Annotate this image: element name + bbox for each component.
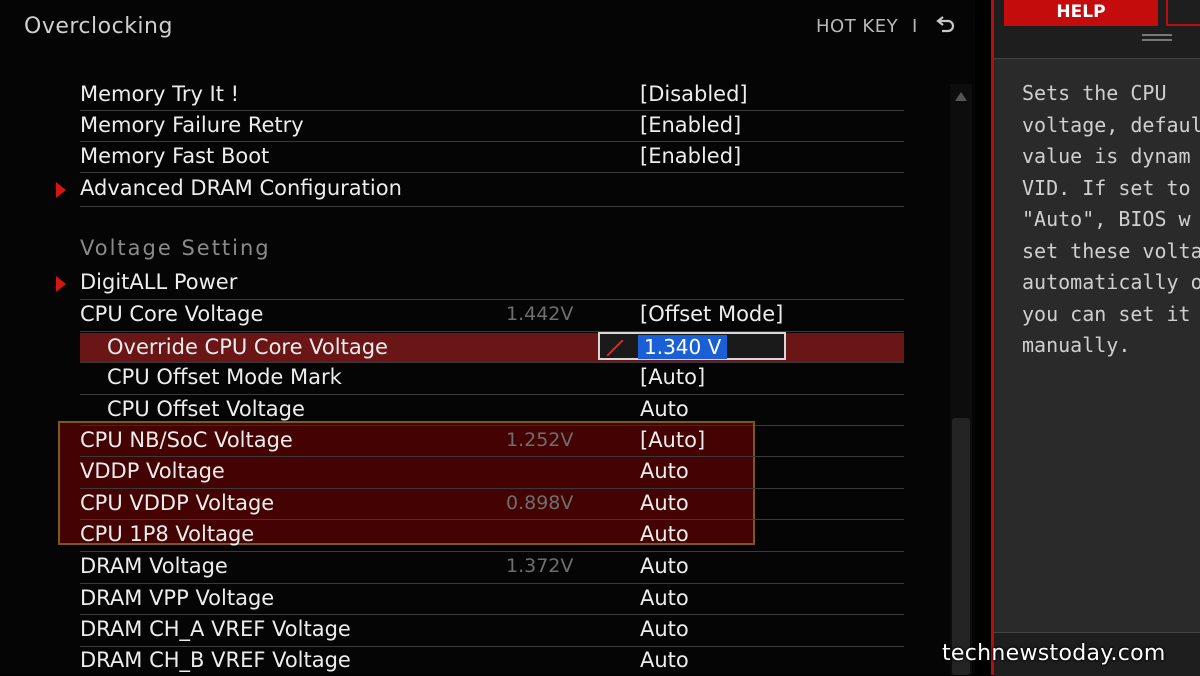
back-icon[interactable] <box>934 12 958 36</box>
setting-value[interactable]: Auto <box>640 586 689 610</box>
setting-value[interactable]: Auto <box>640 397 689 421</box>
setting-row-dram-cha-vref-voltage[interactable]: DRAM CH_A VREF Voltage Auto <box>80 615 904 647</box>
help-tab[interactable]: HELP <box>1004 0 1158 26</box>
setting-label: CPU Offset Voltage <box>107 397 305 421</box>
current-voltage-readout: 1.442V <box>506 303 574 325</box>
setting-label: CPU VDDP Voltage <box>80 491 275 515</box>
setting-row-cpu-1p8-voltage[interactable]: CPU 1P8 Voltage Auto <box>80 520 904 552</box>
setting-row-dram-vpp-voltage[interactable]: DRAM VPP Voltage Auto <box>80 584 904 615</box>
setting-label: Memory Fast Boot <box>80 144 270 168</box>
page-title: Overclocking <box>24 14 173 39</box>
setting-label: CPU Offset Mode Mark <box>107 365 342 389</box>
setting-row-cpu-offset-mode-mark[interactable]: CPU Offset Mode Mark [Auto] <box>80 363 904 395</box>
setting-row-vddp-voltage[interactable]: VDDP Voltage Auto <box>80 457 904 489</box>
setting-value[interactable]: Auto <box>640 648 689 672</box>
setting-value[interactable]: [Auto] <box>640 428 705 452</box>
setting-value[interactable]: [Enabled] <box>640 144 741 168</box>
hotkey-button[interactable]: HOT KEY <box>816 16 898 37</box>
setting-value[interactable]: [Disabled] <box>640 82 748 106</box>
current-voltage-readout: 0.898V <box>506 492 574 514</box>
setting-row-memory-failure-retry[interactable]: Memory Failure Retry [Enabled] <box>80 111 904 142</box>
settings-panel: Overclocking HOT KEY I Memory Try It ! [… <box>0 0 975 675</box>
scrollbar-thumb[interactable] <box>952 418 970 675</box>
setting-value[interactable]: [Offset Mode] <box>640 302 783 326</box>
scroll-up-icon[interactable] <box>955 92 967 101</box>
section-title: Voltage Setting <box>80 236 271 260</box>
setting-value[interactable]: [Enabled] <box>640 113 741 137</box>
setting-label: CPU Core Voltage <box>80 302 264 326</box>
hotkey-separator: I <box>912 16 918 37</box>
help-panel: HELP Sets the CPU voltage, defaul value … <box>991 0 1200 676</box>
voltage-input-value: 1.340 V <box>638 335 728 359</box>
current-voltage-readout: 1.252V <box>506 429 574 451</box>
setting-row-dram-voltage[interactable]: DRAM Voltage 1.372V Auto <box>80 552 904 584</box>
setting-label: DRAM CH_A VREF Voltage <box>80 617 351 641</box>
setting-label: Memory Failure Retry <box>80 113 304 137</box>
setting-label: CPU NB/SoC Voltage <box>80 428 293 452</box>
setting-value[interactable]: [Auto] <box>640 365 705 389</box>
setting-label: Advanced DRAM Configuration <box>80 176 402 200</box>
setting-row-cpu-nb-soc-voltage[interactable]: CPU NB/SoC Voltage 1.252V [Auto] <box>80 426 904 457</box>
submenu-digitall-power[interactable]: DigitALL Power <box>80 268 904 300</box>
setting-label: DRAM VPP Voltage <box>80 586 275 610</box>
submenu-advanced-dram-configuration[interactable]: Advanced DRAM Configuration <box>80 174 904 207</box>
setting-label: Memory Try It ! <box>80 82 240 106</box>
setting-label: DRAM Voltage <box>80 554 228 578</box>
setting-value[interactable]: Auto <box>640 554 689 578</box>
setting-value[interactable]: Auto <box>640 459 689 483</box>
setting-label: DRAM CH_B VREF Voltage <box>80 648 351 672</box>
setting-value[interactable]: Auto <box>640 491 689 515</box>
setting-row-cpu-vddp-voltage[interactable]: CPU VDDP Voltage 0.898V Auto <box>80 489 904 520</box>
voltage-input[interactable]: 1.340 V <box>598 332 786 360</box>
section-header-voltage-setting: Voltage Setting <box>80 234 904 265</box>
setting-label: CPU 1P8 Voltage <box>80 522 255 546</box>
setting-row-memory-fast-boot[interactable]: Memory Fast Boot [Enabled] <box>80 142 904 173</box>
setting-value[interactable]: Auto <box>640 617 689 641</box>
watermark: technewstoday.com <box>942 641 1166 666</box>
setting-value[interactable]: Auto <box>640 522 689 546</box>
setting-label: Override CPU Core Voltage <box>107 335 388 359</box>
current-voltage-readout: 1.372V <box>506 555 574 577</box>
help-text: Sets the CPU voltage, defaul value is dy… <box>1022 81 1200 357</box>
setting-row-dram-chb-vref-voltage[interactable]: DRAM CH_B VREF Voltage Auto <box>80 646 904 675</box>
setting-row-cpu-core-voltage[interactable]: CPU Core Voltage 1.442V [Offset Mode] <box>80 300 904 332</box>
setting-label: DigitALL Power <box>80 270 238 294</box>
setting-label: VDDP Voltage <box>80 459 225 483</box>
submenu-arrow-icon <box>56 276 66 292</box>
grip-icon[interactable] <box>1142 34 1172 46</box>
info-tab[interactable] <box>1166 0 1200 26</box>
setting-row-memory-try-it[interactable]: Memory Try It ! [Disabled] <box>80 80 904 111</box>
submenu-arrow-icon <box>56 182 66 198</box>
edit-pen-icon <box>606 339 624 357</box>
setting-row-override-cpu-core-voltage[interactable]: Override CPU Core Voltage 1.340 V <box>80 332 904 363</box>
